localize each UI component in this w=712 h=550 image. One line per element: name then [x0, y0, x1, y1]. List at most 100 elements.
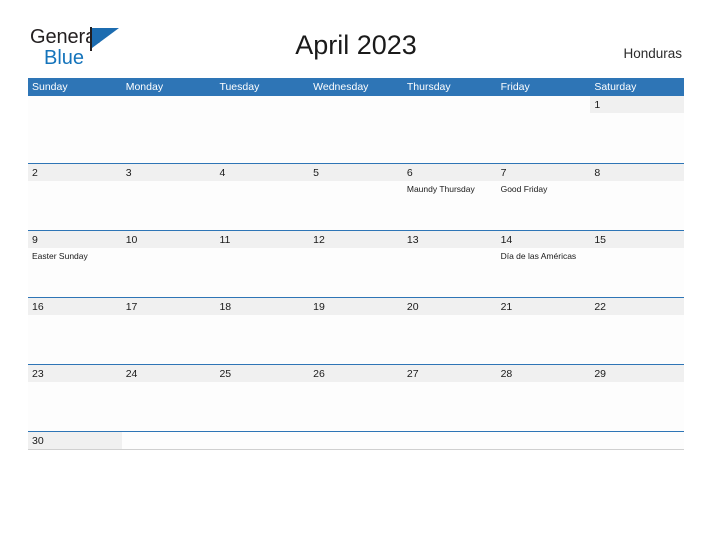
- day-number: 6: [406, 167, 413, 179]
- calendar-day-cell[interactable]: 4: [215, 164, 310, 230]
- weekday-header-sunday: Sunday: [32, 81, 68, 93]
- calendar-day-cell[interactable]: 27: [402, 365, 497, 431]
- calendar-week-row: 1: [28, 96, 685, 163]
- calendar-day-cell[interactable]: 20: [402, 298, 497, 364]
- day-number: [309, 96, 403, 113]
- weekday-header-tuesday: Tuesday: [219, 81, 260, 93]
- day-number: [309, 432, 403, 449]
- calendar-day-cell[interactable]: 19: [309, 298, 403, 364]
- calendar-day-cell-empty: [121, 96, 216, 163]
- calendar-day-cell[interactable]: 29: [590, 365, 685, 431]
- day-number: [215, 96, 309, 113]
- day-number: 22: [594, 301, 606, 313]
- calendar-table: Sunday Monday Tuesday Wednesday Thursday…: [28, 78, 685, 450]
- calendar-week-row: 23 24 25 26 27 28 29: [28, 364, 685, 431]
- day-number: 29: [594, 368, 606, 380]
- day-number: 3: [125, 167, 132, 179]
- day-number: 17: [125, 301, 138, 313]
- weekday-header-wednesday: Wednesday: [313, 81, 369, 93]
- holiday-label: Día de las Américas: [500, 251, 577, 261]
- weekday-header-monday: Monday: [125, 81, 164, 93]
- day-number: 27: [406, 368, 419, 380]
- calendar-day-cell[interactable]: 3: [121, 164, 216, 230]
- calendar-week-row: 16 17 18 19 20 21 22: [28, 297, 685, 364]
- day-number: 4: [219, 167, 226, 179]
- day-events: Good Friday: [497, 181, 591, 196]
- day-number: 23: [32, 368, 44, 380]
- day-number: 25: [219, 368, 232, 380]
- day-number: 24: [125, 368, 138, 380]
- holiday-label: Easter Sunday: [32, 251, 88, 261]
- calendar-weeks: 1 2 3 4 5 6 Maundy Thursday 7 Good Friday 8 9 Easte…: [28, 96, 685, 450]
- holiday-label: Good Friday: [500, 184, 548, 194]
- day-number: 28: [500, 368, 513, 380]
- calendar-day-cell-empty: [590, 432, 685, 449]
- day-number: 13: [406, 234, 419, 246]
- page-title: April 2023: [295, 30, 417, 60]
- calendar-week-row: 2 3 4 5 6 Maundy Thursday 7 Good Friday 8: [28, 163, 685, 230]
- calendar-day-cell[interactable]: 21: [496, 298, 591, 364]
- day-number: 30: [32, 435, 44, 447]
- calendar-day-cell-empty: [215, 96, 310, 163]
- calendar-day-cell-empty: [402, 96, 497, 163]
- calendar-day-cell-empty: [309, 96, 403, 163]
- calendar-day-cell-empty: [28, 96, 122, 163]
- calendar-day-cell[interactable]: 6 Maundy Thursday: [402, 164, 497, 230]
- day-number: [497, 96, 591, 113]
- calendar-day-cell[interactable]: 23: [28, 365, 122, 431]
- calendar-page: General Blue April 2023 Honduras Sunday …: [0, 0, 712, 550]
- calendar-day-cell[interactable]: 15: [590, 231, 685, 297]
- day-number: [403, 96, 497, 113]
- calendar-day-cell-empty: [215, 432, 310, 449]
- weekday-header-saturday: Saturday: [594, 81, 637, 93]
- day-number: [122, 432, 216, 449]
- calendar-day-cell[interactable]: 28: [496, 365, 591, 431]
- country-label: Honduras: [623, 46, 682, 61]
- day-number: 2: [32, 167, 38, 179]
- calendar-day-cell[interactable]: 13: [402, 231, 497, 297]
- day-number: 1: [594, 99, 601, 111]
- calendar-day-cell[interactable]: 2: [28, 164, 122, 230]
- calendar-day-cell[interactable]: 26: [309, 365, 403, 431]
- calendar-day-cell[interactable]: 1: [590, 96, 685, 163]
- day-number: 5: [313, 167, 319, 179]
- day-number: 9: [32, 234, 38, 246]
- day-number: 26: [313, 368, 325, 380]
- day-number: 12: [313, 234, 325, 246]
- calendar-day-cell-empty: [496, 432, 591, 449]
- calendar-day-cell[interactable]: 9 Easter Sunday: [28, 231, 122, 297]
- day-events: Día de las Américas: [497, 248, 591, 263]
- calendar-week-row: 30: [28, 431, 685, 450]
- day-number: 21: [500, 301, 513, 313]
- calendar-day-cell-empty: [402, 432, 497, 449]
- calendar-day-cell[interactable]: 7 Good Friday: [496, 164, 591, 230]
- day-number: 15: [594, 234, 606, 246]
- day-number: [122, 96, 216, 113]
- day-number: 18: [219, 301, 232, 313]
- day-number: 11: [219, 234, 231, 246]
- calendar-day-cell[interactable]: 14 Día de las Américas: [496, 231, 591, 297]
- weekday-header-friday: Friday: [500, 81, 530, 93]
- calendar-day-cell[interactable]: 5: [309, 164, 403, 230]
- calendar-day-cell[interactable]: 8: [590, 164, 685, 230]
- calendar-day-cell[interactable]: 11: [215, 231, 310, 297]
- calendar-day-cell-empty: [496, 96, 591, 163]
- holiday-label: Maundy Thursday: [406, 184, 475, 194]
- calendar-day-cell[interactable]: 25: [215, 365, 310, 431]
- calendar-day-cell[interactable]: 18: [215, 298, 310, 364]
- calendar-day-cell[interactable]: 30: [28, 432, 122, 449]
- calendar-day-cell[interactable]: 24: [121, 365, 216, 431]
- calendar-day-cell[interactable]: 17: [121, 298, 216, 364]
- weekday-header-row: Sunday Monday Tuesday Wednesday Thursday…: [28, 78, 684, 96]
- day-number: 19: [313, 301, 325, 313]
- day-events: Maundy Thursday: [403, 181, 497, 196]
- day-number: [403, 432, 497, 449]
- page-header: General Blue April 2023 Honduras: [0, 0, 712, 68]
- calendar-day-cell[interactable]: 10: [121, 231, 216, 297]
- day-number: [28, 96, 122, 113]
- calendar-day-cell[interactable]: 22: [590, 298, 685, 364]
- calendar-day-cell[interactable]: 12: [309, 231, 403, 297]
- weekday-header-thursday: Thursday: [406, 81, 451, 93]
- day-number: [590, 432, 684, 449]
- calendar-day-cell[interactable]: 16: [28, 298, 122, 364]
